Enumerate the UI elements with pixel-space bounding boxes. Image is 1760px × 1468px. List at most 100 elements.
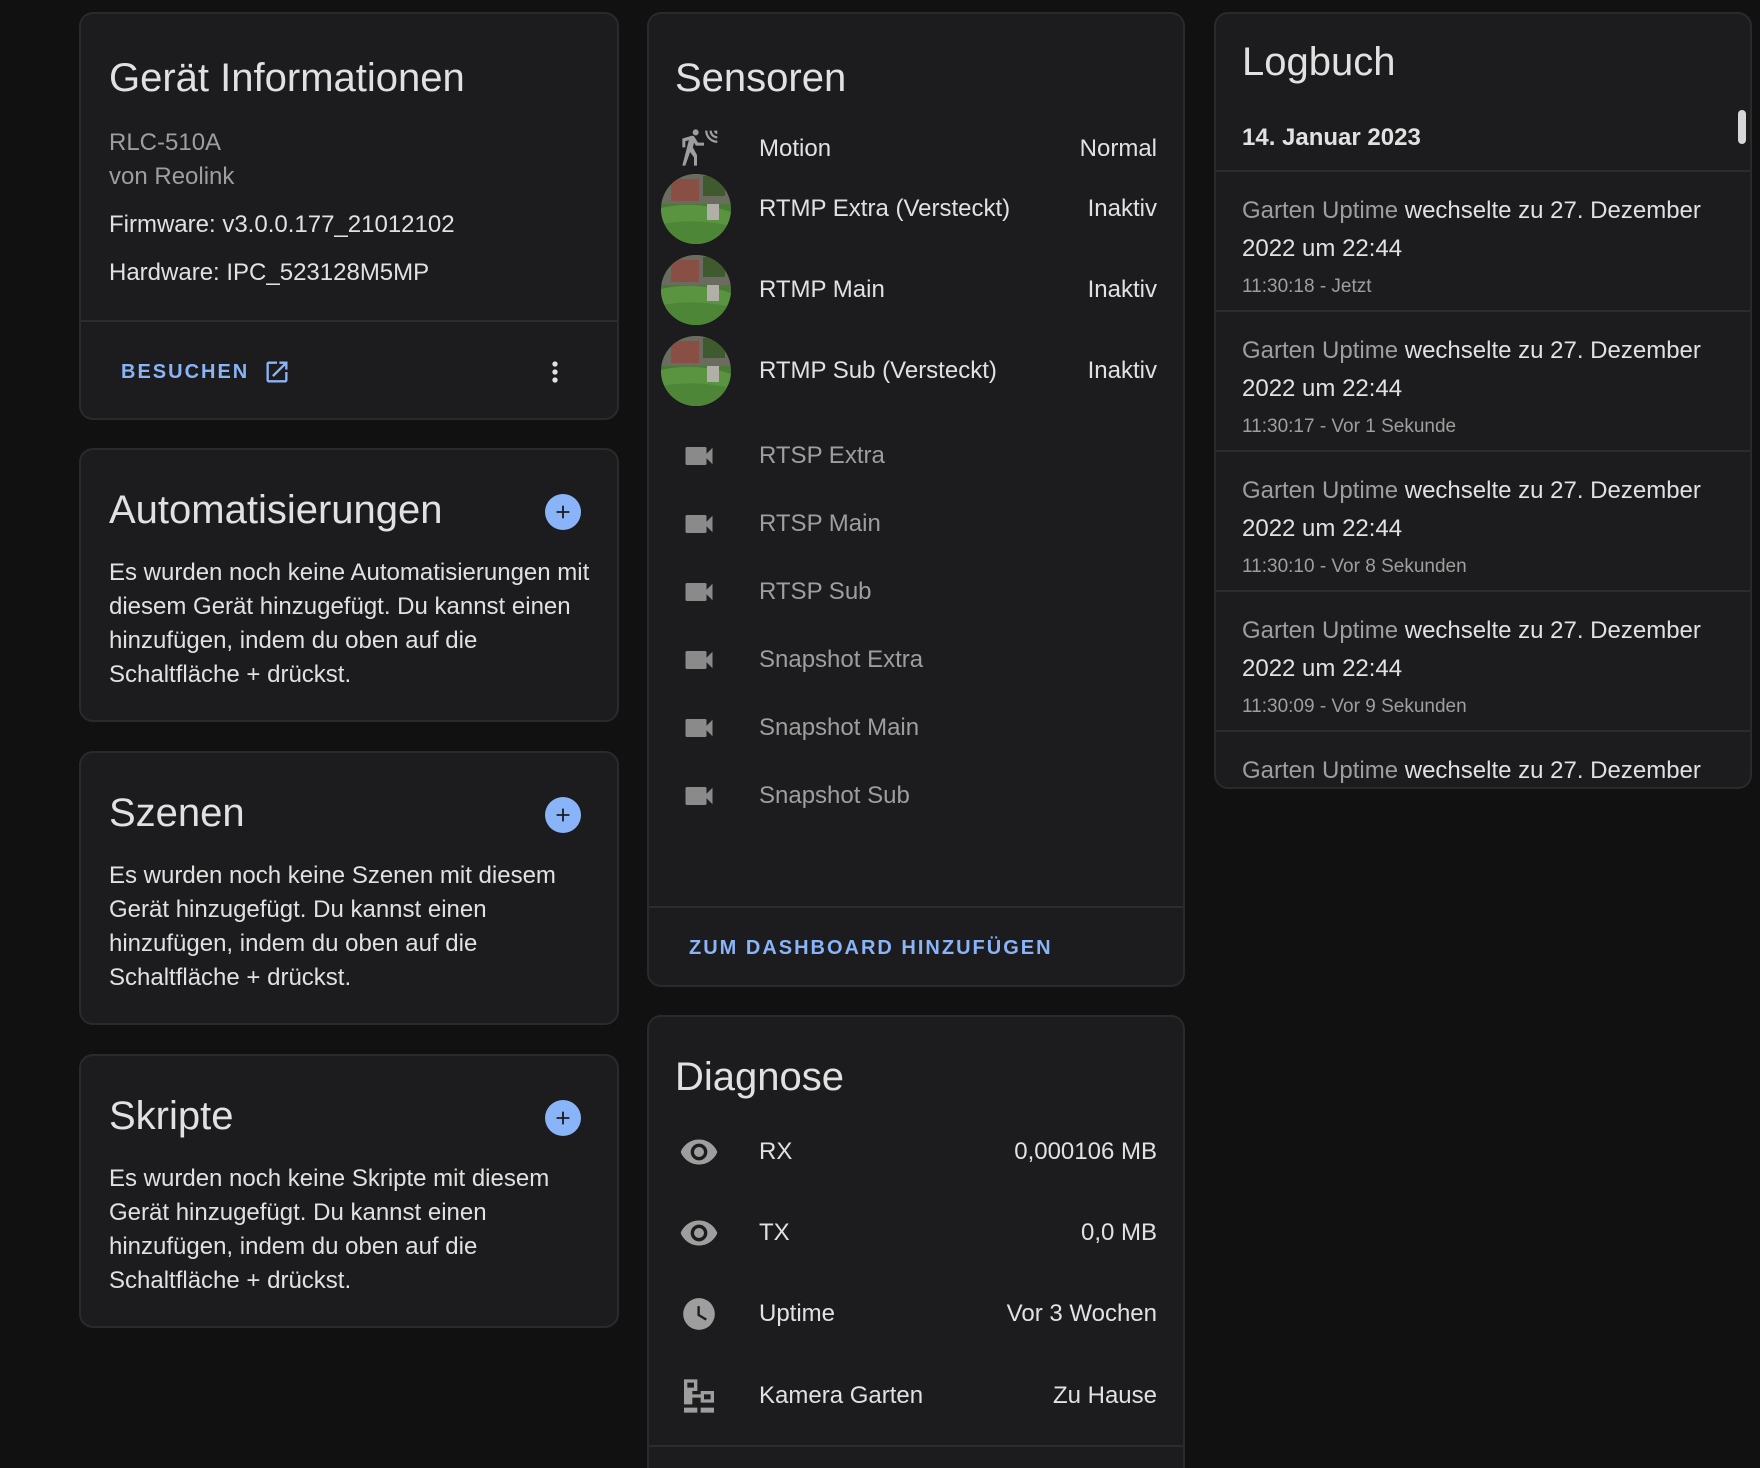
log-message: wechselte zu 27. Dezember (1404, 617, 1701, 644)
sensor-row-rtmp-sub[interactable]: RTMP Sub (Versteckt) Inaktiv (649, 336, 1183, 406)
open-external-icon (263, 358, 291, 386)
logbook-title: Logbuch (1242, 40, 1396, 84)
device-model: RLC-510A (109, 129, 222, 156)
scenes-title: Szenen (109, 791, 245, 835)
diagnostic-label: Kamera Garten (759, 1382, 924, 1409)
add-script-button[interactable] (545, 1100, 581, 1136)
camera-thumbnail (661, 174, 731, 244)
diagnostic-label: Uptime (759, 1300, 836, 1327)
eye-icon (675, 1209, 723, 1257)
motion-sensor-icon (675, 125, 723, 173)
diagnostic-row-tx[interactable]: TX 0,0 MB (649, 1198, 1183, 1268)
log-time: 11:30:09 - Vor 9 Sekunden (1242, 696, 1467, 717)
video-camera-icon (675, 500, 723, 548)
video-camera-icon (675, 568, 723, 616)
logbook-scrollbar[interactable] (1738, 110, 1746, 144)
sensor-row-rtsp-extra[interactable]: RTSP Extra (649, 421, 1183, 491)
video-camera-icon (675, 772, 723, 820)
sensor-label: RTMP Sub (Versteckt) (759, 357, 997, 384)
automations-empty-text: Es wurden noch keine Automatisierungen m… (109, 559, 590, 688)
log-message: wechselte zu 27. Dezember (1404, 337, 1701, 364)
sensor-state: Inaktiv (1087, 357, 1157, 384)
log-entity[interactable]: Garten Uptime (1242, 337, 1398, 364)
diagnostic-row-kamera-garten[interactable]: Kamera Garten Zu Hause (649, 1361, 1183, 1431)
sensor-row-snapshot-extra[interactable]: Snapshot Extra (649, 625, 1183, 695)
log-message: wechselte zu 27. Dezember (1404, 757, 1701, 784)
logbook-entry[interactable]: Garten Uptime wechselte zu 27. Dezember … (1216, 592, 1750, 732)
sensor-label: RTSP Extra (759, 442, 885, 469)
diagnostic-value: Zu Hause (1052, 1382, 1157, 1409)
plus-icon (556, 808, 570, 822)
clock-icon (675, 1290, 723, 1338)
logbook-entry[interactable]: Garten Uptime wechselte zu 27. Dezember … (1216, 312, 1750, 452)
log-entity[interactable]: Garten Uptime (1242, 617, 1398, 644)
plus-icon (556, 1111, 570, 1125)
scenes-card: Szenen Es wurden noch keine Szenen mit d… (79, 751, 619, 1025)
sensor-row-snapshot-sub[interactable]: Snapshot Sub (649, 761, 1183, 831)
sensor-label: RTMP Extra (Versteckt) (759, 195, 1011, 222)
log-message: wechselte zu 27. Dezember (1404, 477, 1701, 504)
visit-button[interactable]: BESUCHEN (121, 358, 291, 386)
network-icon (675, 1372, 723, 1420)
log-time: 11:30:10 - Vor 8 Sekunden (1242, 556, 1467, 577)
automations-title: Automatisierungen (109, 488, 443, 532)
log-entity[interactable]: Garten Uptime (1242, 757, 1398, 784)
sensor-row-rtmp-main[interactable]: RTMP Main Inaktiv (649, 255, 1183, 325)
logbook-entry[interactable]: Garten Uptime wechselte zu 27. Dezember … (1216, 172, 1750, 312)
sensors-title: Sensoren (675, 56, 847, 100)
sensor-label: Snapshot Sub (759, 782, 910, 809)
diagnostic-label: RX (759, 1138, 793, 1165)
sensor-label: RTSP Sub (759, 578, 872, 605)
eye-icon (675, 1128, 723, 1176)
device-info-title: Gerät Informationen (109, 56, 465, 100)
visit-label: BESUCHEN (121, 360, 250, 383)
diagnostic-value: Vor 3 Wochen (1006, 1300, 1157, 1327)
log-message-continued: 2022 um 22:44 (1242, 375, 1403, 402)
diagnostic-row-rx[interactable]: RX 0,000106 MB (649, 1117, 1183, 1187)
video-camera-icon (675, 432, 723, 480)
logbook-entry[interactable]: Garten Uptime wechselte zu 27. Dezember … (1216, 452, 1750, 592)
logbook-entry[interactable]: Garten Uptime wechselte zu 27. Dezember (1216, 732, 1750, 787)
log-message: wechselte zu 27. Dezember (1404, 197, 1701, 224)
diagnostic-value: 0,000106 MB (1014, 1138, 1157, 1165)
divider (649, 906, 1183, 908)
device-hardware: Hardware: IPC_523128M5MP (109, 259, 430, 286)
sensor-label: Snapshot Extra (759, 646, 924, 673)
log-time: 11:30:18 - Jetzt (1242, 276, 1372, 297)
log-message-continued: 2022 um 22:44 (1242, 655, 1403, 682)
plus-icon (556, 505, 570, 519)
log-time: 11:30:17 - Vor 1 Sekunde (1242, 416, 1457, 437)
sensor-label: Snapshot Main (759, 714, 920, 741)
log-message-continued: 2022 um 22:44 (1242, 235, 1403, 262)
sensor-row-rtsp-main[interactable]: RTSP Main (649, 489, 1183, 559)
scenes-empty-text: Es wurden noch keine Szenen mit diesem G… (109, 862, 556, 991)
sensor-label: RTMP Main (759, 276, 885, 303)
log-message-continued: 2022 um 22:44 (1242, 515, 1403, 542)
automations-card: Automatisierungen Es wurden noch keine A… (79, 448, 619, 722)
sensor-row-rtsp-sub[interactable]: RTSP Sub (649, 557, 1183, 627)
scripts-title: Skripte (109, 1094, 234, 1138)
diagnostic-label: TX (759, 1219, 790, 1246)
sensor-row-snapshot-main[interactable]: Snapshot Main (649, 693, 1183, 763)
device-manufacturer: von Reolink (109, 163, 235, 190)
diagnostic-value: 0,0 MB (1080, 1219, 1157, 1246)
log-entity[interactable]: Garten Uptime (1242, 477, 1398, 504)
divider (81, 320, 617, 322)
sensor-state: Inaktiv (1087, 276, 1157, 303)
add-to-dashboard-button[interactable]: ZUM DASHBOARD HINZUFÜGEN (689, 937, 1053, 960)
camera-thumbnail (661, 255, 731, 325)
diagnostics-title: Diagnose (675, 1055, 845, 1099)
divider (649, 1445, 1183, 1447)
video-camera-icon (675, 704, 723, 752)
more-options-icon[interactable] (537, 354, 573, 390)
scripts-card: Skripte Es wurden noch keine Skripte mit… (79, 1054, 619, 1328)
add-scene-button[interactable] (545, 797, 581, 833)
log-entity[interactable]: Garten Uptime (1242, 197, 1398, 224)
logbook-date: 14. Januar 2023 (1242, 124, 1421, 151)
device-firmware: Firmware: v3.0.0.177_21012102 (109, 211, 455, 238)
sensor-row-rtmp-extra[interactable]: RTMP Extra (Versteckt) Inaktiv (649, 174, 1183, 244)
camera-thumbnail (661, 336, 731, 406)
diagnostic-row-uptime[interactable]: Uptime Vor 3 Wochen (649, 1279, 1183, 1349)
scripts-empty-text: Es wurden noch keine Skripte mit diesem … (109, 1165, 550, 1294)
add-automation-button[interactable] (545, 494, 581, 530)
